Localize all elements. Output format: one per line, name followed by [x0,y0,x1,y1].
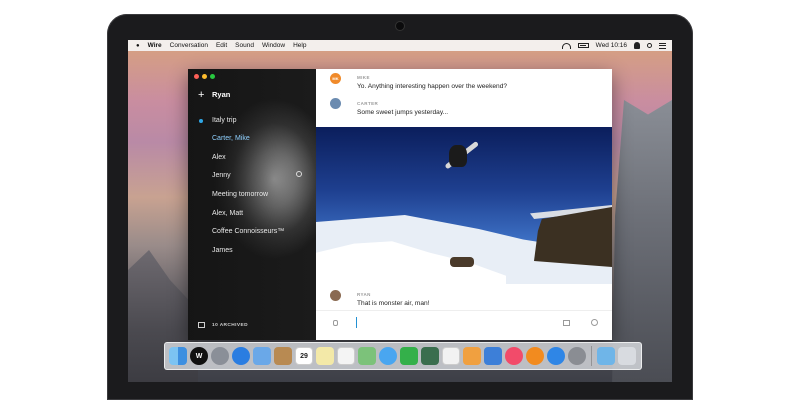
battery-icon[interactable] [577,43,589,48]
avatar[interactable] [330,290,341,301]
menu-sound[interactable]: Sound [235,42,254,49]
close-window-button[interactable] [194,74,199,79]
notification-center-icon[interactable] [659,42,666,49]
image-upload-icon[interactable] [563,320,570,326]
menu-edit[interactable]: Edit [216,42,227,49]
app-store-icon[interactable] [547,347,565,365]
conversation-item[interactable]: Coffee Connoisseurs™ [212,228,284,235]
laptop-bezel: ● Wire Conversation Edit Sound Window He… [107,14,693,400]
message-input[interactable] [356,317,357,328]
menu-conversation[interactable]: Conversation [170,42,208,49]
avatar[interactable]: MK [330,73,341,84]
message-text: Yo. Anything interesting happen over the… [357,83,508,90]
conversation-item[interactable]: Meeting tomorrow [212,191,268,198]
conversation-sidebar: + Ryan Italy trip Carter, Mike Alex Jenn… [188,69,316,340]
add-conversation-icon[interactable]: + [198,89,204,101]
keynote-icon[interactable] [484,347,502,365]
user-icon[interactable] [634,42,640,49]
wifi-icon[interactable] [561,42,571,49]
itunes-icon[interactable] [505,347,523,365]
wallpaper-rock-right [612,100,672,382]
ibooks-icon[interactable] [526,347,544,365]
sidebar-profile-photo [188,69,316,340]
muted-icon [296,171,302,177]
photo-spectators [450,257,474,267]
shared-photo[interactable] [316,127,612,284]
conversation-view: MK MIKE Yo. Anything interesting happen … [316,69,612,340]
message-sender: RYAN [357,292,371,297]
maps-icon[interactable] [358,347,376,365]
apple-menu-icon[interactable]: ● [136,43,140,49]
conversation-item[interactable]: Jenny [212,172,231,179]
spotlight-search-icon[interactable] [647,43,652,48]
menu-app-name[interactable]: Wire [148,42,162,49]
self-user-name[interactable]: Ryan [212,90,230,99]
system-preferences-icon[interactable] [568,347,586,365]
photo-snowboarder [449,145,467,167]
message-sender: CARTER [357,101,379,106]
call-icon[interactable] [333,320,338,326]
conversation-item[interactable]: Alex, Matt [212,210,243,217]
ping-icon[interactable] [591,319,598,326]
unread-indicator [199,119,203,123]
photos-icon[interactable] [442,347,460,365]
dock-separator [591,346,592,366]
camera [396,22,404,30]
mail-icon[interactable] [253,347,271,365]
message-text: Some sweet jumps yesterday... [357,109,449,116]
conversation-item[interactable]: Italy trip [212,117,237,124]
reminders-icon[interactable] [337,347,355,365]
minimize-window-button[interactable] [202,74,207,79]
message-text: That is monster air, man! [357,300,430,307]
calendar-icon[interactable]: 29 [295,347,313,365]
menu-help[interactable]: Help [293,42,306,49]
menu-bar: ● Wire Conversation Edit Sound Window He… [128,40,672,51]
wire-icon[interactable]: W [190,347,208,365]
zoom-window-button[interactable] [210,74,215,79]
desktop-screen: ● Wire Conversation Edit Sound Window He… [128,40,672,382]
conversation-item[interactable]: James [212,247,233,254]
dock: W 29 [164,342,642,370]
launchpad-icon[interactable] [211,347,229,365]
wire-window: + Ryan Italy trip Carter, Mike Alex Jenn… [188,69,612,340]
menu-window[interactable]: Window [262,42,285,49]
messages-icon[interactable] [379,347,397,365]
conversation-item[interactable]: Alex [212,154,226,161]
trash-icon[interactable] [618,347,636,365]
pages-icon[interactable] [463,347,481,365]
finder-icon[interactable] [169,347,187,365]
contacts-icon[interactable] [274,347,292,365]
folder-icon[interactable] [597,347,615,365]
facetime-icon[interactable] [400,347,418,365]
archive-icon[interactable] [198,322,205,328]
photo-booth-icon[interactable] [421,347,439,365]
archived-count[interactable]: 10 ARCHIVED [212,323,248,328]
notes-icon[interactable] [316,347,334,365]
composer-divider [316,310,612,311]
conversation-item-active[interactable]: Carter, Mike [212,135,250,142]
menubar-clock[interactable]: Wed 10:16 [596,42,627,49]
avatar[interactable] [330,98,341,109]
message-sender: MIKE [357,75,370,80]
safari-icon[interactable] [232,347,250,365]
